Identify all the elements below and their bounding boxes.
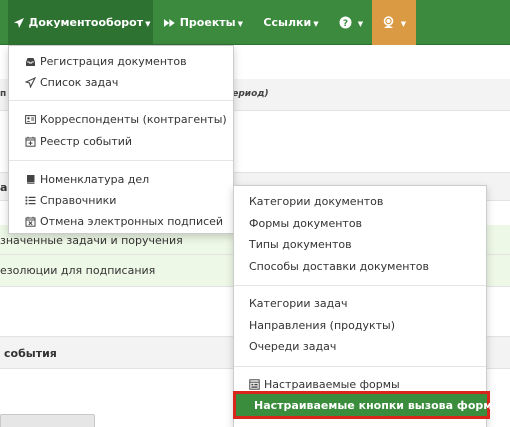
calendar-plus-icon [25, 136, 36, 147]
menu-divider [234, 366, 486, 367]
menu-item-label: Формы документов [249, 216, 363, 230]
svg-text:?: ? [343, 19, 348, 29]
menu-item-event-registry[interactable]: Реестр событий [9, 131, 233, 151]
caret-down-icon: ▼ [145, 19, 151, 28]
caret-down-icon: ▼ [357, 19, 364, 28]
send-icon [25, 76, 36, 88]
menu-item-label: Реестр событий [40, 134, 133, 148]
nav-user-menu[interactable]: ▼ [372, 0, 416, 45]
nav-help-menu[interactable]: ? ▼ [330, 0, 372, 45]
menu-item-document-types[interactable]: Типы документов [234, 234, 486, 254]
menu-item-label: Очереди задач [249, 339, 337, 353]
list-icon [25, 196, 36, 204]
menu-item-label: Категории документов [249, 194, 384, 208]
row-resolutions-label[interactable]: езолюции для подписания [0, 264, 155, 277]
section-events-label: события [4, 347, 57, 360]
calendar-x-icon [25, 216, 36, 227]
menu-item-custom-form-buttons[interactable]: Настраиваемые кнопки вызова форм [233, 391, 493, 419]
menu-item-label: Номенклатура дел [40, 172, 150, 186]
menu-item-label: Категории задач [249, 296, 348, 310]
nav-links-label: Ссылки [263, 16, 312, 29]
menu-divider [234, 285, 486, 286]
menu-item-label: Список задач [40, 75, 119, 89]
inbox-icon [26, 57, 35, 66]
nav-projects-menu[interactable]: Проекты ▼ [163, 0, 243, 45]
row-tasks-label[interactable]: значенные задачи и поручения [0, 234, 183, 247]
form-icon [249, 378, 260, 390]
menu-divider [9, 100, 233, 101]
nav-projects-label: Проекты [179, 16, 236, 29]
menu-item-task-list[interactable]: Список задач [9, 72, 233, 92]
menu-item-registration[interactable]: Регистрация документов [9, 51, 233, 71]
fast-forward-icon [163, 18, 175, 27]
menu-item-nomenclature[interactable]: Номенклатура дел [9, 169, 233, 189]
menu-item-directions[interactable]: Направления (продукты) [234, 315, 486, 335]
menu-item-label: Регистрация документов [40, 54, 187, 68]
menu-item-task-categories[interactable]: Категории задач [234, 293, 486, 313]
caret-down-icon: ▼ [400, 19, 407, 28]
menu-item-label: Направления (продукты) [249, 318, 396, 332]
menu-item-directories[interactable]: Справочники [9, 190, 233, 210]
nav-documents-menu[interactable]: Документооборот ▼ [8, 0, 153, 45]
header-fragment: п [0, 89, 7, 99]
menu-item-task-queues[interactable]: Очереди задач [234, 336, 486, 356]
menu-item-document-forms[interactable]: Формы документов [234, 213, 486, 233]
top-navbar: Документооборот ▼ Проекты ▼ Ссылки ▼ ? ▼… [0, 0, 510, 45]
menu-item-label: Справочники [40, 193, 117, 207]
menu-item-label: Отмена электронных подписей [40, 214, 224, 228]
contact-card-icon [25, 114, 36, 124]
caret-down-icon: ▼ [313, 19, 319, 28]
menu-item-correspondents[interactable]: Корреспонденты (контрагенты) [9, 109, 233, 129]
menu-item-cancel-signatures[interactable]: Отмена электронных подписей [9, 211, 233, 231]
menu-item-label: Настраиваемые кнопки вызова форм [254, 398, 493, 412]
section-fragment: а [0, 181, 8, 194]
caret-down-icon: ▼ [237, 19, 243, 28]
menu-item-document-categories[interactable]: Категории документов [234, 191, 486, 211]
book-icon [27, 174, 35, 184]
send-icon [13, 17, 24, 28]
menu-item-label: Настраиваемые формы [264, 377, 400, 391]
menu-item-label: Способы доставки документов [249, 259, 430, 273]
menu-item-label: Корреспонденты (контрагенты) [40, 112, 227, 126]
menu-divider [9, 160, 233, 161]
question-circle-icon: ? [339, 16, 352, 29]
headset-user-icon [383, 16, 394, 28]
page-button[interactable] [0, 414, 95, 427]
menu-item-label: Типы документов [249, 237, 352, 251]
menu-item-delivery-methods[interactable]: Способы доставки документов [234, 256, 486, 276]
nav-links-menu[interactable]: Ссылки ▼ [256, 0, 326, 45]
documents-dropdown: Регистрация документов Список задач Корр… [8, 45, 234, 234]
nav-documents-label: Документооборот [28, 16, 144, 29]
